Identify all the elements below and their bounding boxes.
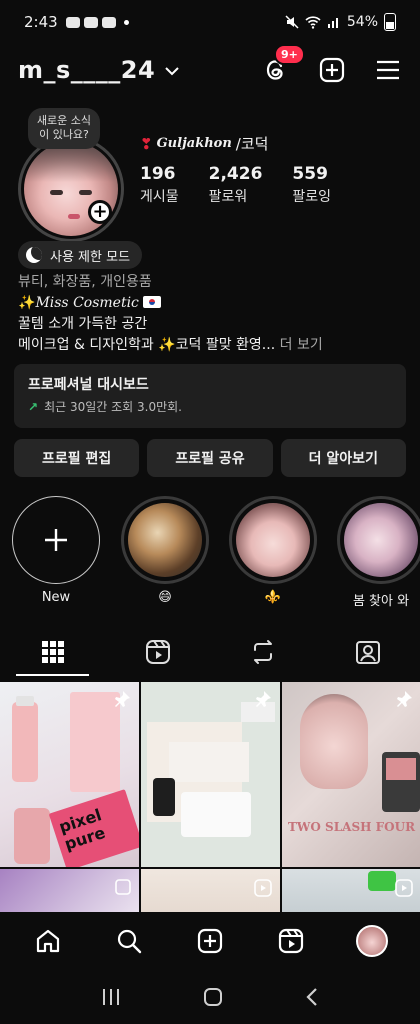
bottom-nav	[0, 912, 420, 970]
pin-icon	[397, 691, 412, 707]
profile-tabs	[0, 628, 420, 676]
stat-following[interactable]: 559 팔로잉	[292, 164, 331, 206]
reel-indicator-icon	[254, 879, 272, 897]
plus-icon	[45, 529, 67, 551]
threads-badge: 9+	[274, 44, 305, 65]
home-icon	[37, 929, 60, 953]
create-button[interactable]	[318, 56, 346, 84]
dashboard-title: 프로페셔널 대시보드	[28, 377, 149, 393]
display-name: ❣ Guljakhon /코덕	[140, 133, 268, 154]
post-1[interactable]: pixel pure	[0, 682, 139, 867]
professional-dashboard[interactable]: 프로페셔널 대시보드 ↗ 최근 30일간 조회 3.0만회.	[14, 364, 406, 428]
nav-reels[interactable]	[271, 921, 311, 961]
restricted-mode-label: 사용 제한 모드	[50, 249, 131, 265]
post-1-logo: pixel pure	[48, 789, 139, 867]
back-icon[interactable]	[305, 987, 319, 1007]
reel-indicator-icon	[115, 879, 131, 895]
grid-icon	[41, 641, 64, 663]
username[interactable]: m_s____24	[18, 56, 155, 84]
bio-category: 뷰티, 화장품, 개인용품	[18, 274, 152, 290]
plus-square-icon	[197, 928, 223, 954]
korea-flag-icon	[142, 296, 161, 308]
notification-dot	[123, 19, 129, 25]
profile-header: m_s____24 9+	[0, 44, 420, 92]
trend-up-icon: ↗	[28, 399, 39, 414]
display-name-text: Guljakhon	[156, 136, 232, 151]
battery-percent: 54%	[346, 14, 378, 30]
repost-icon	[253, 640, 272, 664]
recent-apps-icon[interactable]	[101, 988, 121, 1006]
post-2[interactable]	[141, 682, 280, 867]
bio-line-1: ✨Miss Cosmetic	[18, 293, 408, 314]
highlight-2[interactable]: ⚜️	[228, 496, 318, 605]
battery-icon	[384, 13, 396, 31]
notification-icons	[65, 16, 116, 28]
status-time: 2:43	[24, 13, 58, 31]
post-6[interactable]	[282, 869, 420, 912]
menu-button[interactable]	[374, 56, 402, 84]
stat-posts[interactable]: 196 게시물	[140, 164, 179, 206]
home-circle-icon[interactable]	[203, 987, 223, 1007]
tab-reposts[interactable]	[210, 628, 315, 676]
post-4[interactable]	[0, 869, 139, 912]
bio-line-3: 메이크업 & 디자인학과 ✨코덕 팔맞 환영... 더 보기	[18, 337, 323, 353]
system-nav	[0, 970, 420, 1024]
hamburger-icon	[377, 60, 399, 80]
bio-line-2: 꿀템 소개 가득한 공간	[18, 316, 148, 332]
nav-create[interactable]	[190, 921, 230, 961]
tab-posts[interactable]	[0, 628, 105, 676]
add-story-icon[interactable]: +	[88, 200, 112, 224]
wifi-icon	[305, 16, 321, 29]
share-profile-button[interactable]: 프로필 공유	[147, 439, 273, 477]
mute-icon	[285, 15, 299, 29]
stat-followers[interactable]: 2,426 팔로워	[209, 164, 263, 206]
pin-icon	[115, 691, 130, 707]
dashboard-subtitle: 최근 30일간 조회 3.0만회.	[44, 400, 182, 414]
edit-profile-button[interactable]: 프로필 편집	[14, 439, 140, 477]
chevron-down-icon[interactable]	[165, 66, 179, 76]
plus-square-icon	[319, 57, 345, 83]
note-bubble[interactable]: 새로운 소식이 있나요?	[28, 108, 100, 149]
restricted-mode-pill[interactable]: 사용 제한 모드	[18, 241, 143, 269]
highlight-1[interactable]: 😄	[120, 496, 210, 605]
search-icon	[118, 929, 142, 954]
heart-icon: ❣	[140, 134, 153, 153]
tab-tagged[interactable]	[315, 628, 420, 676]
nav-avatar	[355, 925, 388, 957]
learn-more-button[interactable]: 더 알아보기	[280, 439, 406, 477]
status-bar: 2:43 54%	[0, 0, 420, 44]
pin-icon	[256, 691, 271, 707]
profile-stats: 196 게시물 2,426 팔로워 559 팔로잉	[140, 164, 331, 206]
threads-button[interactable]: 9+	[262, 44, 305, 84]
post-3[interactable]: TWO SLASH FOUR	[282, 682, 420, 867]
reels-icon	[278, 928, 303, 954]
bio-more-link[interactable]: 더 보기	[280, 337, 323, 353]
display-name-suffix: /코덕	[235, 135, 269, 153]
nav-profile[interactable]	[352, 921, 392, 961]
post-5[interactable]	[141, 869, 280, 912]
highlight-3[interactable]: 봄 찾아 와	[336, 496, 420, 609]
moon-icon	[26, 247, 42, 263]
bio: 뷰티, 화장품, 개인용품 ✨Miss Cosmetic 꿀템 소개 가득한 공…	[18, 272, 408, 356]
profile-actions: 프로필 편집 프로필 공유 더 알아보기	[14, 439, 406, 477]
nav-search[interactable]	[109, 921, 149, 961]
highlight-new[interactable]: New	[11, 496, 101, 605]
post-3-text: TWO SLASH FOUR	[288, 820, 416, 834]
signal-icon	[327, 18, 338, 28]
tagged-icon	[355, 641, 380, 664]
post-grid: pixel pure TWO SLASH FOUR	[0, 682, 420, 912]
reels-icon	[145, 640, 170, 664]
nav-home[interactable]	[28, 921, 68, 961]
tab-reels[interactable]	[105, 628, 210, 676]
reel-indicator-icon	[395, 879, 413, 897]
